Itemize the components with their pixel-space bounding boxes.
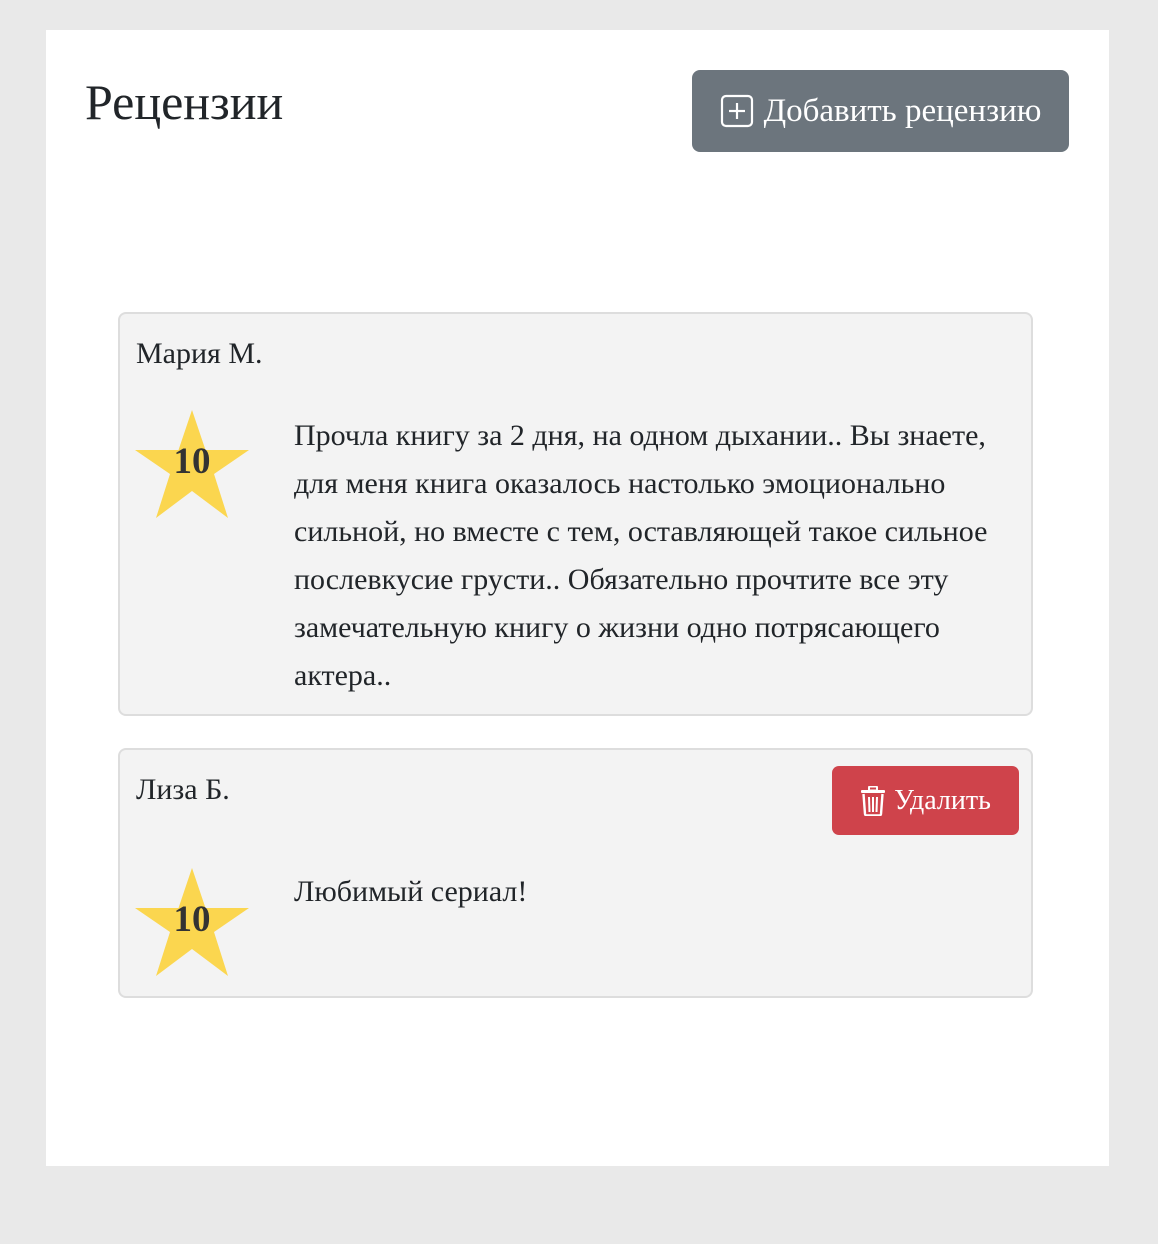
reviews-panel: Рецензии Добавить рецензию Мария М. 10 П… bbox=[46, 30, 1109, 1166]
review-card: Лиза Б. Удалить 10 Любимый сериал! bbox=[118, 748, 1033, 998]
trash-icon bbox=[860, 785, 886, 816]
add-review-button[interactable]: Добавить рецензию bbox=[692, 70, 1069, 152]
delete-label: Удалить bbox=[894, 784, 991, 816]
rating-badge: 10 bbox=[134, 868, 250, 978]
review-text: Любимый сериал! bbox=[294, 875, 528, 908]
rating-value: 10 bbox=[173, 899, 211, 940]
rating-value: 10 bbox=[173, 441, 211, 482]
review-author: Мария М. bbox=[136, 337, 263, 370]
page-title: Рецензии bbox=[85, 74, 284, 130]
review-author: Лиза Б. bbox=[136, 773, 230, 806]
review-text: Прочла книгу за 2 дня, на одном дыхании.… bbox=[294, 419, 988, 692]
delete-review-button[interactable]: Удалить bbox=[832, 766, 1019, 835]
rating-badge: 10 bbox=[134, 410, 250, 520]
plus-square-icon bbox=[720, 94, 754, 128]
review-card: Мария М. 10 Прочла книгу за 2 дня, на од… bbox=[118, 312, 1033, 716]
add-review-label: Добавить рецензию bbox=[763, 92, 1042, 129]
